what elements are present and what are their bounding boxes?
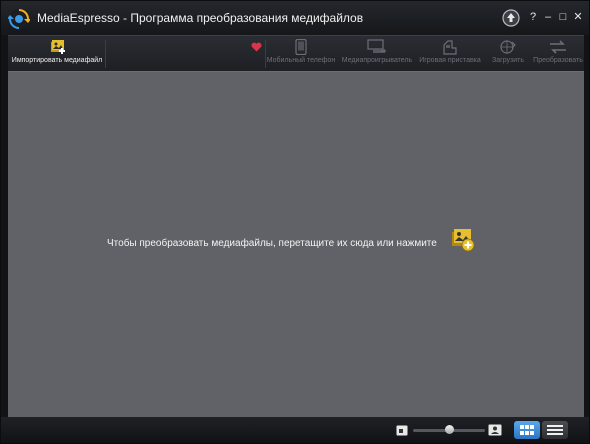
minimize-button[interactable]: – [541,10,555,24]
app-window: MediaEspresso - Программа преобразования… [0,0,590,444]
grid-view-icon [520,425,534,435]
media-player-label: Медиапроигрыватель [341,57,413,64]
import-media-button[interactable]: Импортировать медиафайл [10,36,104,71]
convert-arrows-icon [550,40,566,54]
game-console-button[interactable]: Игровая приставка [418,36,482,71]
window-title: MediaEspresso - Программа преобразования… [37,11,364,25]
drop-instructions: Чтобы преобразовать медиафайлы, перетащи… [107,238,437,249]
mobile-phone-icon [295,39,307,55]
media-player-button[interactable]: Медиапроигрыватель [340,36,414,71]
grid-view-button[interactable] [514,421,540,439]
help-button[interactable]: ? [526,10,540,24]
mobile-phone-label: Мобильный телефон [266,57,336,64]
upload-label: Загрузить [492,57,524,64]
mobile-phone-button[interactable]: Мобильный телефон [266,36,336,71]
list-view-icon [547,425,563,435]
toolbar: Импортировать медиафайл Мобильный телефо… [8,35,584,72]
convert-button[interactable]: Преобразовать [532,36,584,71]
list-view-button[interactable] [542,421,568,439]
app-logo-icon [8,9,30,29]
upload-button[interactable]: Загрузить [486,36,530,71]
media-player-icon [367,39,386,53]
title-bar: MediaEspresso - Программа преобразования… [1,1,589,35]
convert-label: Преобразовать [533,57,583,64]
status-bar [1,417,589,443]
media-drop-area[interactable]: Чтобы преобразовать медиафайлы, перетащи… [8,71,584,417]
upgrade-icon[interactable] [502,9,520,27]
close-button[interactable]: ✕ [571,10,585,24]
maximize-button[interactable]: □ [556,10,570,24]
import-media-icon [51,40,65,54]
game-console-label: Игровая приставка [419,57,481,64]
import-media-label: Импортировать медиафайл [11,57,103,64]
upload-globe-icon [500,40,516,54]
zoom-slider-thumb[interactable] [445,425,454,434]
add-media-icon[interactable] [449,226,475,252]
favorite-heart-icon[interactable] [251,42,262,52]
toolbar-divider [105,40,106,68]
game-console-icon [443,40,457,55]
zoom-out-thumbnail-icon[interactable] [396,425,408,436]
zoom-in-thumbnail-icon[interactable] [488,424,502,436]
